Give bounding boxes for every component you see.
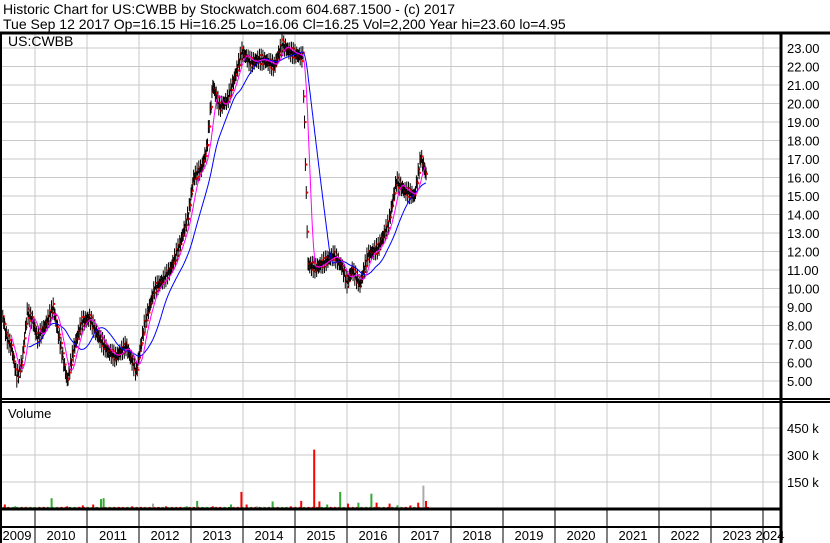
year-label: 2009 — [3, 528, 32, 543]
volume-label: Volume — [8, 406, 51, 421]
volume-bar — [240, 491, 243, 509]
close-tick — [14, 360, 17, 363]
price-tick-label: 12.00 — [787, 245, 820, 260]
price-tick-label: 10.00 — [787, 282, 820, 297]
close-tick — [73, 354, 76, 357]
close-tick — [190, 204, 193, 207]
close-tick — [23, 345, 26, 348]
close-tick — [71, 363, 74, 366]
price-tick-label: 20.00 — [787, 97, 820, 112]
close-tick — [304, 121, 307, 124]
volume-tick-label: 150 k — [787, 475, 819, 490]
volume-bar — [339, 491, 342, 509]
moving-average-short — [10, 46, 427, 371]
close-tick — [421, 155, 424, 158]
year-label: 2012 — [151, 528, 180, 543]
close-tick — [4, 323, 7, 326]
volume-bar — [313, 449, 316, 509]
close-tick — [303, 95, 306, 98]
year-label: 2014 — [255, 528, 284, 543]
year-label: 2020 — [567, 528, 596, 543]
price-tick-label: 9.00 — [787, 300, 812, 315]
close-tick — [390, 216, 393, 219]
year-label: 2024 — [756, 528, 785, 543]
price-tick-label: 18.00 — [787, 134, 820, 149]
volume-bar — [50, 498, 53, 509]
year-label: 2022 — [671, 528, 700, 543]
volume-bar — [102, 498, 105, 509]
price-tick-label: 7.00 — [787, 337, 812, 352]
price-tick-label: 15.00 — [787, 189, 820, 204]
year-label: 2010 — [47, 528, 76, 543]
close-tick — [209, 125, 212, 128]
close-tick — [394, 192, 397, 195]
close-tick — [24, 337, 27, 340]
close-tick — [211, 105, 214, 108]
volume-bars — [1, 449, 430, 509]
close-tick — [64, 363, 67, 366]
volume-bar — [370, 493, 373, 509]
price-series — [2, 33, 429, 388]
price-tick-label: 16.00 — [787, 171, 820, 186]
volume-tick-label: 450 k — [787, 421, 819, 436]
close-tick — [188, 217, 191, 220]
close-tick — [61, 342, 63, 345]
year-label: 2017 — [411, 528, 440, 543]
stock-chart: 5.00 6.00 7.00 8.00 9.00 10.00 11.00 12.00 13.00… — [0, 31, 830, 543]
close-tick — [205, 155, 208, 158]
close-tick — [207, 143, 210, 146]
year-label: 2018 — [463, 528, 492, 543]
price-tick-label: 23.00 — [787, 41, 820, 56]
price-tick-label: 19.00 — [787, 115, 820, 130]
price-tick-label: 17.00 — [787, 152, 820, 167]
close-tick — [69, 371, 72, 374]
close-tick — [417, 182, 420, 185]
close-tick — [307, 230, 310, 233]
price-tick-label: 14.00 — [787, 208, 820, 223]
close-tick — [306, 191, 309, 194]
price-tick-label: 6.00 — [787, 356, 812, 371]
symbol-label: US:CWBB — [8, 33, 73, 49]
price-tick-label: 13.00 — [787, 226, 820, 241]
year-label: 2013 — [203, 528, 232, 543]
price-tick-label: 21.00 — [787, 78, 820, 93]
price-tick-label: 22.00 — [787, 60, 820, 75]
year-label: 2011 — [99, 528, 127, 543]
close-tick — [143, 333, 146, 336]
year-label: 2021 — [619, 528, 648, 543]
year-label: 2016 — [359, 528, 388, 543]
year-label: 2023 — [723, 528, 752, 543]
year-label: 2019 — [515, 528, 544, 543]
axis-labels: 5.00 6.00 7.00 8.00 9.00 10.00 11.00 12.00 13.00… — [3, 41, 820, 543]
close-tick — [231, 89, 234, 92]
price-tick-label: 5.00 — [787, 374, 812, 389]
close-tick — [59, 333, 62, 336]
volume-tick-label: 300 k — [787, 448, 819, 463]
close-tick — [426, 172, 429, 175]
close-tick — [141, 342, 144, 345]
grid — [0, 34, 781, 543]
close-tick — [62, 352, 65, 355]
close-tick — [419, 171, 422, 174]
close-tick — [146, 319, 149, 322]
close-tick — [137, 368, 140, 371]
close-tick — [57, 326, 60, 329]
close-tick — [53, 302, 56, 305]
price-tick-label: 11.00 — [787, 263, 819, 278]
price-tick-label: 8.00 — [787, 319, 812, 334]
year-label: 2015 — [307, 528, 336, 543]
close-tick — [305, 163, 308, 166]
volume-bar — [422, 485, 425, 509]
